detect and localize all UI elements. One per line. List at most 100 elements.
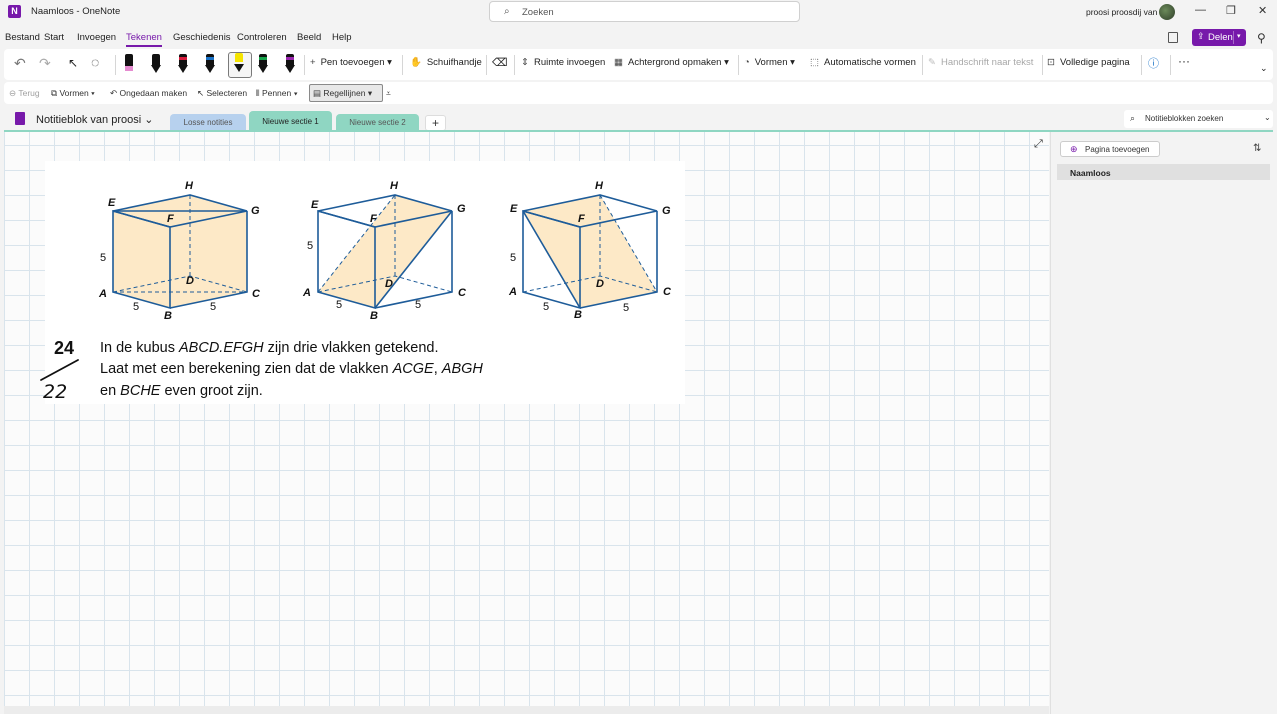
text-run: , — [433, 361, 442, 377]
select-button[interactable]: ↖ Selecteren — [197, 88, 247, 99]
minimize-button[interactable]: — — [1195, 4, 1206, 16]
label-c: C — [458, 287, 467, 299]
menu-beeld[interactable]: Beeld — [297, 32, 321, 43]
ribbon-divider — [514, 55, 515, 75]
help-icon[interactable]: ⓘ — [1148, 55, 1159, 71]
title-bar: N Naamloos - OneNote ⌕ Zoeken proosi pro… — [0, 0, 1277, 24]
label-c: C — [663, 286, 672, 298]
ribbon-divider — [402, 55, 403, 75]
pin-icon[interactable]: ⚲ — [1257, 31, 1266, 45]
menu-bar: Bestand Start Invoegen Tekenen Geschiede… — [0, 28, 1277, 48]
sort-icon[interactable]: ⇅ — [1253, 143, 1261, 154]
insert-space-button[interactable]: ⇕ Ruimte invoegen — [521, 57, 605, 68]
shapes-icon: ◔ — [744, 57, 750, 68]
notebook-view-icon[interactable] — [1168, 32, 1178, 43]
lasso-icon[interactable]: ◌ — [91, 54, 99, 70]
redo-icon[interactable]: ↷ — [39, 55, 51, 72]
ribbon-divider — [738, 55, 739, 75]
label-f: F — [578, 213, 585, 225]
avatar[interactable] — [1159, 4, 1175, 20]
more-options-button[interactable]: ··· — [1178, 54, 1190, 68]
tab-losse-notities[interactable]: Losse notities — [170, 114, 246, 131]
chevron-down-icon[interactable]: ▾ — [1237, 32, 1241, 40]
shapes-menu-button[interactable]: ⧉ Vormen ▾ — [51, 88, 95, 99]
chevron-down-icon[interactable]: ⌄ — [1264, 113, 1271, 122]
text-run-italic: ABCD.EFGH — [179, 340, 264, 356]
ink-stroke — [40, 359, 79, 381]
add-page-button[interactable]: ⊕ Pagina toevoegen — [1060, 141, 1160, 157]
full-page-label: Volledige pagina — [1059, 57, 1130, 68]
add-page-label: Pagina toevoegen — [1085, 145, 1150, 154]
menu-bestand[interactable]: Bestand — [5, 32, 40, 43]
hand-tool-button[interactable]: ✋ Schuifhandje — [410, 57, 482, 68]
handwritten-answer[interactable]: 22 — [38, 356, 82, 400]
pen-green[interactable] — [257, 54, 269, 76]
ink-to-text-button[interactable]: ✎ Handschrift naar tekst — [928, 57, 1033, 68]
menu-tekenen[interactable]: Tekenen — [126, 32, 162, 47]
page-list-item[interactable]: Naamloos — [1057, 164, 1270, 180]
pen-body — [235, 53, 243, 62]
auto-shapes-icon: ⬚ — [810, 57, 819, 68]
auto-shapes-button[interactable]: ⬚ Automatische vormen — [810, 57, 916, 68]
close-button[interactable]: ✕ — [1258, 4, 1267, 17]
expand-icon[interactable]: ⤢ — [1034, 138, 1043, 151]
menu-controleren[interactable]: Controleren — [237, 32, 287, 43]
notebook-selector[interactable]: Notitieblok van proosi ⌄ — [36, 113, 153, 126]
text-run: zijn drie vlakken getekend. — [263, 340, 439, 356]
menu-start[interactable]: Start — [44, 32, 64, 43]
menu-geschiedenis[interactable]: Geschiedenis — [173, 32, 231, 43]
pen-black-highlight[interactable] — [123, 54, 135, 76]
ribbon-divider — [1170, 55, 1171, 75]
grid-icon: ▦ — [614, 57, 623, 68]
format-background-button[interactable]: ▦ Achtergrond opmaken ▾ — [614, 57, 729, 68]
pen-black[interactable] — [150, 54, 162, 76]
quick-toolbar: ⊖ Terug ⧉ Vormen ▾ ↶ Ongedaan maken ↖ Se… — [4, 82, 1273, 104]
pen-purple[interactable] — [284, 54, 296, 76]
pens-button[interactable]: ⫴ Pennen ▾ — [256, 88, 298, 99]
pen-yellow-highlighter[interactable] — [233, 53, 245, 75]
label-h: H — [390, 180, 399, 192]
share-label: Delen — [1208, 32, 1233, 43]
search-input[interactable]: ⌕ Zoeken — [489, 1, 800, 22]
undo-button[interactable]: ↶ Ongedaan maken — [110, 88, 187, 99]
menu-help[interactable]: Help — [332, 32, 352, 43]
pen-tip — [234, 64, 244, 72]
share-divider — [1233, 31, 1234, 44]
label-a: A — [98, 288, 107, 300]
restore-button[interactable]: ❐ — [1226, 4, 1236, 17]
notebook-search-placeholder: Notitieblokken zoeken — [1145, 114, 1224, 123]
exercise-line-2: Laat met een berekening zien dat de vlak… — [100, 361, 483, 377]
select-arrow-icon[interactable]: ↖ — [68, 56, 78, 70]
pen-color-band — [179, 57, 187, 60]
pen-tip — [258, 65, 268, 73]
eraser-icon[interactable]: ⌫ — [492, 56, 508, 69]
label-g: G — [251, 205, 260, 217]
customize-toolbar-icon[interactable]: ⩡ — [386, 88, 391, 99]
edge-length-label: 5 — [336, 299, 342, 311]
notebook-name: Notitieblok van proosi — [36, 114, 142, 126]
full-page-button[interactable]: ⊡ Volledige pagina — [1047, 57, 1130, 68]
cube-figure-3 — [522, 194, 658, 310]
add-pen-button[interactable]: + Pen toevoegen ▾ — [310, 57, 392, 68]
pens-label: Pennen — [261, 88, 292, 98]
user-name[interactable]: proosi proosdij van — [1086, 7, 1157, 17]
notebook-search-input[interactable]: ⌕ Notitieblokken zoeken ⌄ — [1124, 110, 1273, 128]
shapes-button[interactable]: ◔ Vormen ▾ — [744, 57, 795, 68]
label-e: E — [108, 197, 116, 209]
window-title: Naamloos - OneNote — [31, 6, 121, 17]
rule-lines-label-wrap[interactable]: ▤ Regellijnen ▾ — [313, 88, 372, 99]
edge-length-label: 5 — [100, 252, 106, 264]
share-button[interactable]: ⇪ Delen ▾ — [1192, 29, 1246, 46]
add-section-button[interactable]: + — [425, 115, 446, 131]
hand-icon: ✋ — [410, 57, 422, 68]
rule-lines-label: Regellijnen — [323, 88, 366, 98]
tab-nieuwe-sectie-2[interactable]: Nieuwe sectie 2 — [336, 114, 419, 131]
back-button[interactable]: ⊖ Terug — [9, 88, 40, 99]
undo-icon[interactable]: ↶ — [14, 55, 26, 72]
cube-face — [170, 211, 247, 308]
horizontal-scrollbar[interactable] — [4, 706, 1049, 714]
pen-blue[interactable] — [204, 54, 216, 76]
collapse-ribbon-icon[interactable]: ⌄ — [1260, 63, 1268, 74]
pen-red[interactable] — [177, 54, 189, 76]
menu-invoegen[interactable]: Invoegen — [77, 32, 116, 43]
